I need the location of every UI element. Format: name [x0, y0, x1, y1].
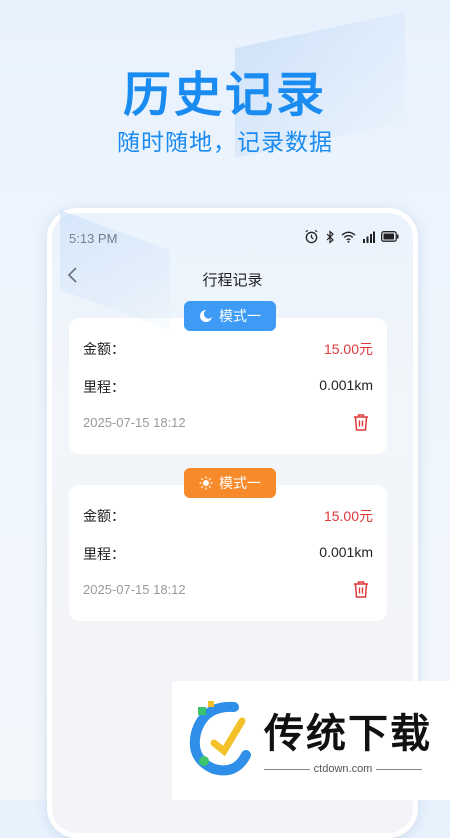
mode-badge: 模式一: [184, 468, 276, 498]
amount-value: 15.00元: [323, 341, 373, 357]
mode-badge: 模式一: [184, 301, 276, 331]
distance-label: 里程：: [83, 546, 125, 562]
moon-icon: [200, 309, 213, 322]
wifi-icon: [341, 231, 356, 243]
trash-icon[interactable]: [351, 412, 371, 432]
watermark-site: ctdown.com: [264, 763, 423, 775]
status-time: 5:13 PM: [69, 231, 118, 246]
watermark-logo-icon: [189, 701, 251, 776]
bluetooth-icon: [326, 229, 334, 244]
distance-label: 里程：: [83, 379, 125, 395]
distance-value: 0.001km: [319, 544, 373, 560]
sun-icon: [199, 476, 213, 490]
mode-label: 模式一: [219, 308, 261, 324]
amount-row: 金额： 15.00元: [83, 339, 373, 359]
watermark: 传统下载 ctdown.com: [172, 681, 450, 800]
watermark-brand: 传统下载: [264, 712, 432, 756]
record-date: 2025-07-15 18:12: [83, 415, 186, 430]
trash-icon[interactable]: [351, 579, 371, 599]
promo-headline: 历史记录: [122, 69, 327, 122]
status-bar: 5:13 PM: [52, 213, 413, 255]
record-card: 金额： 15.00元 里程： 0.001km 2025-07-15 18:12: [69, 485, 387, 621]
record-card: 金额： 15.00元 里程： 0.001km 2025-07-15 18:12: [69, 318, 387, 454]
distance-row: 里程： 0.001km: [83, 377, 373, 397]
battery-icon: [381, 231, 399, 242]
status-icons: [304, 229, 399, 244]
nav-bar: 行程记录: [52, 255, 413, 299]
watermark-site-text: ctdown.com: [313, 763, 373, 775]
mode-label: 模式一: [219, 475, 261, 491]
distance-row: 里程： 0.001km: [83, 544, 373, 564]
alarm-icon: [305, 229, 318, 244]
distance-value: 0.001km: [319, 377, 373, 393]
signal-icon: [363, 231, 375, 243]
amount-label: 金额：: [83, 508, 125, 524]
record-date: 2025-07-15 18:12: [83, 582, 186, 597]
page-title: 行程记录: [202, 272, 263, 289]
amount-value: 15.00元: [323, 508, 373, 524]
amount-row: 金额： 15.00元: [83, 506, 373, 526]
amount-label: 金额：: [83, 341, 125, 357]
promo-subline: 随时随地，记录数据: [117, 129, 333, 155]
